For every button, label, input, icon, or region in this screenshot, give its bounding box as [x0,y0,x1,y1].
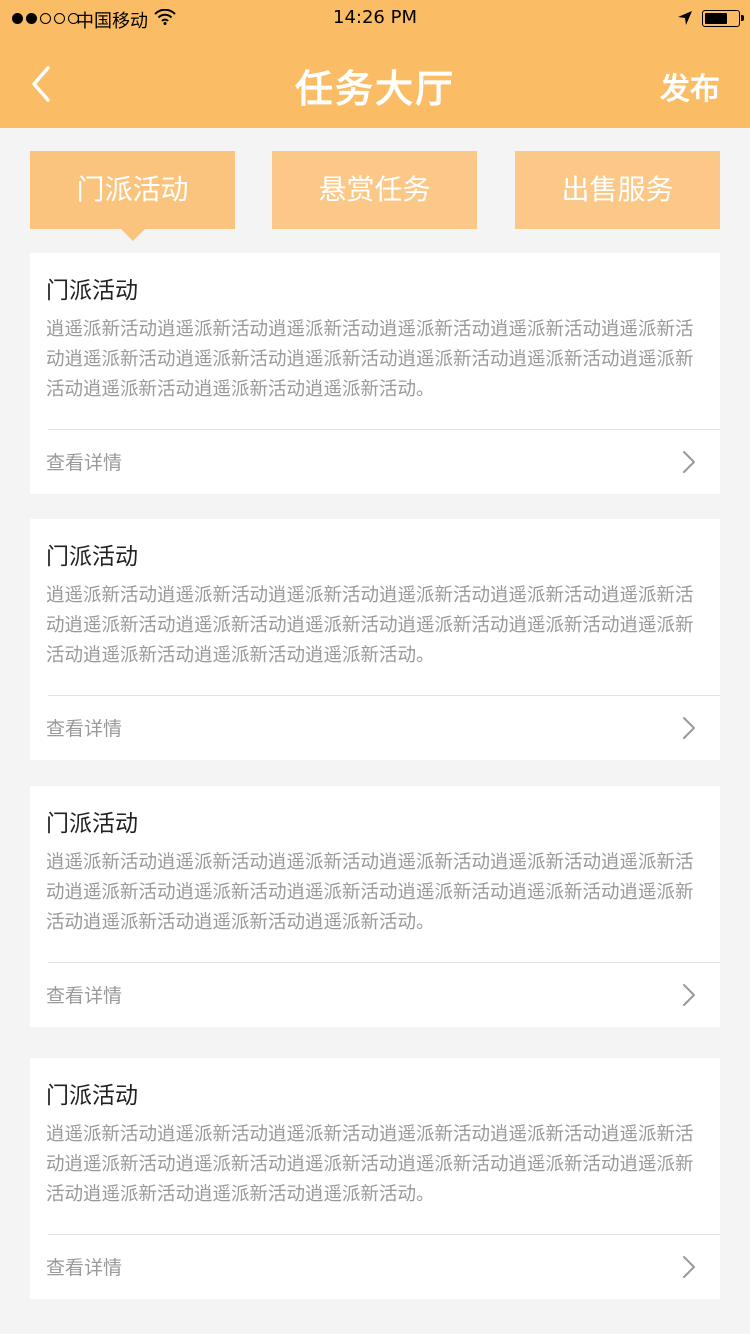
tab-bounty-tasks[interactable]: 悬赏任务 [272,151,477,229]
card-title: 门派活动 [46,544,138,570]
card-divider [48,429,720,430]
chevron-right-icon[interactable] [682,716,696,740]
activity-card: 门派活动 逍遥派新活动逍遥派新活动逍遥派新活动逍遥派新活动逍遥派新活动逍遥派新活… [30,519,720,760]
view-details-link[interactable]: 查看详情 [46,448,122,475]
chevron-right-icon[interactable] [682,1255,696,1279]
activity-card: 门派活动 逍遥派新活动逍遥派新活动逍遥派新活动逍遥派新活动逍遥派新活动逍遥派新活… [30,1058,720,1299]
card-title: 门派活动 [46,811,138,837]
page-title: 任务大厅 [294,67,455,111]
view-details-link[interactable]: 查看详情 [46,981,122,1008]
card-title: 门派活动 [46,278,138,304]
tab-sell-services[interactable]: 出售服务 [515,151,720,229]
view-details-link[interactable]: 查看详情 [46,1253,122,1280]
activity-card: 门派活动 逍遥派新活动逍遥派新活动逍遥派新活动逍遥派新活动逍遥派新活动逍遥派新活… [30,786,720,1027]
chevron-right-icon[interactable] [682,983,696,1007]
card-divider [48,695,720,696]
location-arrow-icon [678,11,692,25]
status-time: 14:26 PM [333,7,417,28]
view-details-link[interactable]: 查看详情 [46,714,122,741]
tab-sect-activity[interactable]: 门派活动 [30,151,235,241]
status-bar: 中国移动 14:26 PM [0,0,750,40]
card-divider [48,962,720,963]
card-description: 逍遥派新活动逍遥派新活动逍遥派新活动逍遥派新活动逍遥派新活动逍遥派新活动逍遥派新… [46,1124,694,1205]
card-divider [48,1234,720,1235]
chevron-right-icon[interactable] [682,450,696,474]
card-title: 门派活动 [46,1083,138,1109]
card-description: 逍遥派新活动逍遥派新活动逍遥派新活动逍遥派新活动逍遥派新活动逍遥派新活动逍遥派新… [46,319,694,400]
activity-card: 门派活动 逍遥派新活动逍遥派新活动逍遥派新活动逍遥派新活动逍遥派新活动逍遥派新活… [30,253,720,494]
header-bar: 中国移动 14:26 PM 任务大厅 发布 [0,0,750,128]
card-description: 逍遥派新活动逍遥派新活动逍遥派新活动逍遥派新活动逍遥派新活动逍遥派新活动逍遥派新… [46,852,694,933]
battery-icon [702,10,744,27]
card-description: 逍遥派新活动逍遥派新活动逍遥派新活动逍遥派新活动逍遥派新活动逍遥派新活动逍遥派新… [46,585,694,666]
publish-button[interactable]: 发布 [660,64,720,108]
